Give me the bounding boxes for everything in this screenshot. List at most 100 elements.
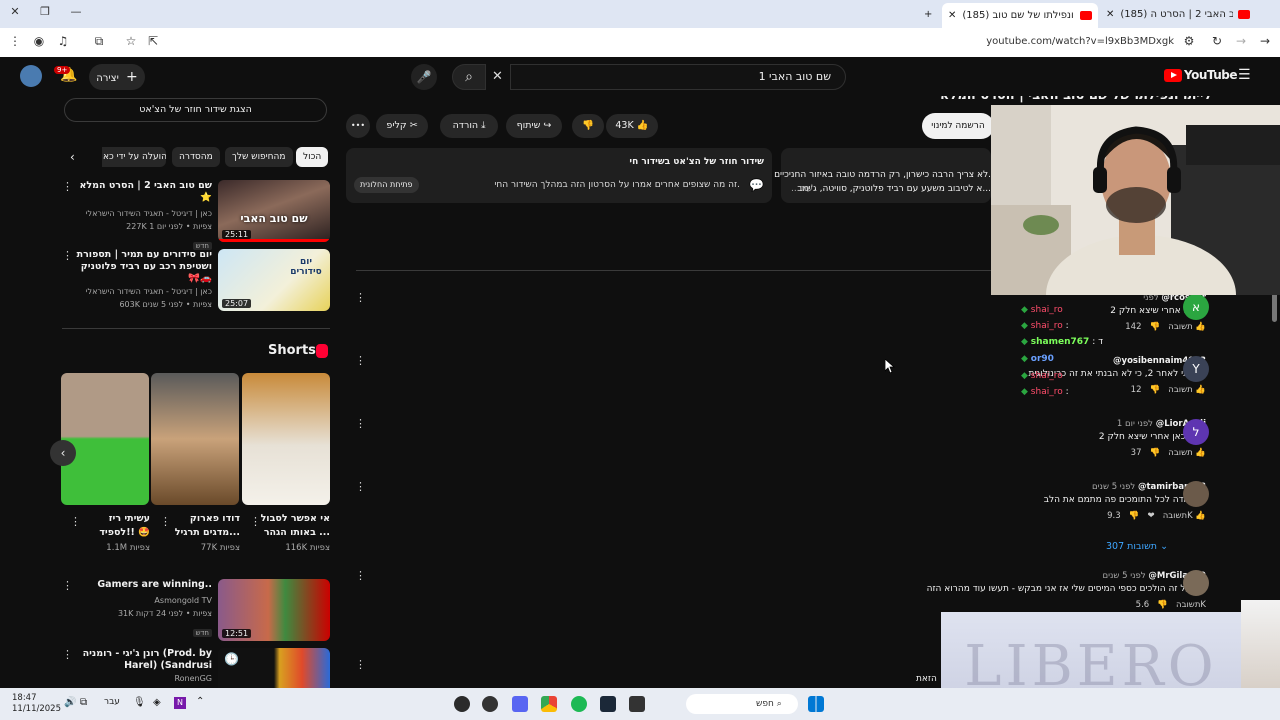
dislike-icon[interactable]: 👎 [1157,600,1168,610]
youtube-logo[interactable]: YouTube [1164,68,1238,82]
tray-expand-chevron-icon[interactable]: ⌃ [196,696,204,707]
comment-more-icon[interactable]: ⋮ [355,291,366,304]
close-window-icon[interactable]: ✕ [5,5,25,18]
more-options-icon[interactable]: ⋮ [70,515,81,528]
site-settings-icon[interactable]: ⚙ [1180,34,1198,48]
video-thumbnail[interactable]: 12:51 [218,579,330,641]
recommended-video[interactable]: יום סידורים 25:07 יום סידורים עם תמיר | … [62,249,330,311]
new-tab-button[interactable]: + [918,3,936,25]
replies-toggle[interactable]: 307 תשובות ⌄ [1106,541,1168,552]
more-options-icon[interactable]: ⋮ [62,579,73,592]
comment-avatar[interactable] [1183,570,1209,596]
chip-all[interactable]: הכול [296,147,329,167]
network-icon[interactable]: ⧉ [80,697,87,708]
language-indicator[interactable]: עבר [104,697,120,707]
comment-more-icon[interactable]: ⋮ [355,480,366,493]
video-thumbnail[interactable]: 🕒 [218,648,330,688]
recommended-video[interactable]: 🕒 רונן ג'יגי - רומניה (Prod. by Harel) (… [62,648,330,688]
video-thumbnail[interactable]: יום סידורים 25:07 [218,249,330,311]
more-options-icon[interactable]: ⋮ [62,648,73,661]
clip-button[interactable]: קליפ ✂ [376,114,428,138]
more-options-icon[interactable]: ⋮ [62,249,73,262]
video-thumbnail[interactable]: שם טוב האבי 25:11 [218,180,330,242]
comment-more-icon[interactable]: ⋮ [355,417,366,430]
open-panel-button[interactable]: פתיחת החלונית [354,177,419,193]
tab-close-icon[interactable]: ✕ [948,10,956,21]
tab-close-icon[interactable]: ✕ [1106,9,1114,20]
bookmark-star-icon[interactable]: ☆ [122,34,140,48]
reply-button[interactable]: תשובה [1163,511,1187,521]
recommended-video[interactable]: 12:51 Gamers are winning.. Asmongold TV … [62,579,330,641]
comment-more-icon[interactable]: ⋮ [355,354,366,367]
obs-app-icon[interactable] [454,696,470,712]
short-thumbnail[interactable] [61,373,149,505]
chips-prev-chevron-icon[interactable]: ‹ [70,150,75,164]
media-icon[interactable]: ♫ [54,34,72,48]
steam-app-icon[interactable] [600,696,616,712]
reply-button[interactable]: תשובה [1168,385,1192,395]
tray-app-icon[interactable]: ◈ [153,697,161,708]
volume-icon[interactable]: 🔊 [64,697,76,708]
dislike-icon[interactable]: 👎 [1150,385,1161,395]
mic-tray-icon[interactable]: 🎙 [133,697,146,708]
profile-icon[interactable]: ◉ [30,34,48,48]
description-card[interactable]: לא צריך הרבה כישרון, רק הרדמה טובה באיזו… [774,148,991,203]
like-icon[interactable]: 👍 [1195,448,1206,458]
dislike-icon[interactable]: 👎 [1150,448,1161,458]
chip-from-search[interactable]: מהחיפוש שלך [225,147,293,167]
comment-avatar[interactable]: א [1183,294,1209,320]
account-avatar[interactable] [20,65,42,87]
search-input[interactable]: שם טוב האבי 1 [510,64,846,90]
address-bar-url[interactable]: youtube.com/watch?v=l9xBb3MDxgk [986,36,1174,47]
clear-search-icon[interactable]: ✕ [492,69,503,84]
taskbar-search[interactable]: חפש ⌕ [686,694,798,714]
comment-avatar[interactable] [1183,481,1209,507]
recommended-video[interactable]: שם טוב האבי 25:11 שם טוב האבי 2 | הסרט ה… [62,180,330,250]
dislike-icon[interactable]: 👎 [1129,511,1140,521]
system-clock[interactable]: 18:47 11/11/2025 [12,693,61,715]
reply-button[interactable]: תשובה [1168,322,1192,332]
description-more[interactable]: ...עוד [791,184,813,194]
hamburger-menu-icon[interactable]: ☰ [1238,67,1251,83]
more-actions-button[interactable]: ••• [346,114,370,138]
discord-app-icon[interactable] [512,696,528,712]
short-thumbnail[interactable] [151,373,239,505]
more-options-icon[interactable]: ⋮ [62,180,73,193]
voice-search-mic-icon[interactable]: 🎤 [411,64,437,90]
extensions-icon[interactable]: ⧉ [90,34,108,49]
spotify-app-icon[interactable] [571,696,587,712]
terminal-app-icon[interactable] [629,696,645,712]
forward-icon[interactable]: → [1232,34,1250,48]
more-options-icon[interactable]: ⋮ [160,515,171,528]
shorts-prev-arrow-icon[interactable]: ‹ [50,440,76,466]
create-button[interactable]: יצירה + [89,64,145,90]
like-icon[interactable]: 👍 [1195,322,1206,332]
reply-button[interactable]: תשובה [1176,600,1200,610]
reply-button[interactable]: תשובה [1168,448,1192,458]
chip-series[interactable]: מהסדרה [172,147,220,167]
menu-dots-icon[interactable]: ⋮ [6,34,24,48]
comment-avatar[interactable]: ל [1183,419,1209,445]
windows-start-icon[interactable] [808,696,824,712]
share-button[interactable]: שיתוף ↪ [506,114,562,138]
share-page-icon[interactable]: ⇱ [144,34,162,48]
minimize-window-icon[interactable]: — [66,5,86,18]
maximize-window-icon[interactable]: ❐ [35,5,55,18]
subscribe-button[interactable]: הרשמה למינוי [922,113,994,139]
search-button[interactable]: ⌕ [452,64,486,90]
chip-uploaded-by[interactable]: הועלה על ידי כא [102,147,166,167]
reload-icon[interactable]: ↻ [1208,34,1226,48]
like-icon[interactable]: 👍 [1195,511,1206,521]
like-button[interactable]: 43K 👍 [606,114,658,138]
short-thumbnail[interactable] [242,373,330,505]
show-chat-replay-button[interactable]: הצגת שידור חוזר של הצ'אט [64,98,327,122]
tab-active[interactable]: ✕ (185) עלייתו ונפילתו של שם טוב [942,3,1098,28]
dislike-icon[interactable]: 👎 [1150,322,1161,332]
comment-more-icon[interactable]: ⋮ [355,569,366,582]
back-icon[interactable]: → [1256,34,1274,48]
like-icon[interactable]: 👍 [1195,385,1206,395]
more-options-icon[interactable]: ⋮ [250,515,261,528]
dislike-button[interactable]: 👎 [572,114,604,138]
comment-avatar[interactable]: Y [1183,356,1209,382]
onenote-tray-icon[interactable]: N [174,697,186,709]
